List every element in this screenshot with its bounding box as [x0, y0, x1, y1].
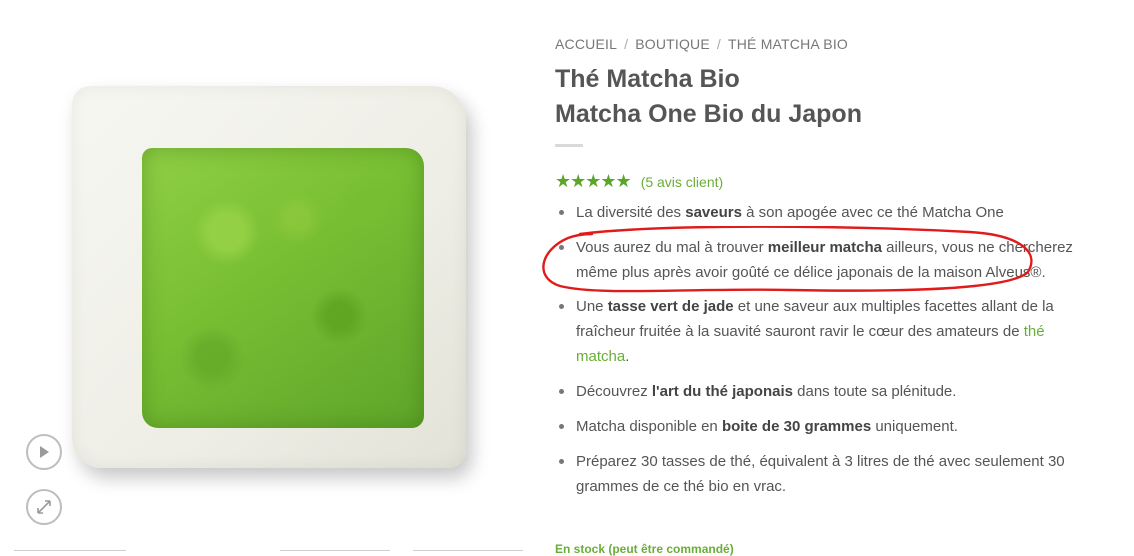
bullet-bold: meilleur matcha [767, 239, 882, 256]
breadcrumb-separator: / [716, 36, 721, 52]
square-bowl [72, 86, 466, 468]
list-item: Découvrez l'art du thé japonais dans tou… [555, 379, 1075, 404]
video-play-button[interactable] [26, 434, 62, 470]
bullet-text: Découvrez [576, 383, 652, 400]
breadcrumb-category[interactable]: THÉ MATCHA BIO [728, 36, 848, 52]
bullet-text: Préparez 30 tasses de thé, équivalent à … [576, 453, 1065, 495]
bullet-bold: boite de 30 grammes [721, 418, 872, 435]
product-title: Thé Matcha Bio Matcha One Bio du Japon [555, 62, 862, 132]
thumbnail-1[interactable] [14, 550, 126, 556]
bullet-text: Vous aurez du mal à trouver [576, 239, 768, 256]
product-title-line1: Thé Matcha Bio [555, 65, 740, 93]
bullet-text: . [625, 348, 630, 365]
image-zoom-button[interactable] [26, 489, 62, 525]
breadcrumb-home[interactable]: ACCUEIL [555, 36, 617, 52]
bullet-bold: saveurs [685, 204, 742, 221]
breadcrumb-separator: / [624, 36, 629, 52]
bullet-text: uniquement. [871, 418, 958, 435]
play-icon [40, 446, 49, 458]
breadcrumb-shop[interactable]: BOUTIQUE [635, 36, 710, 52]
stock-status: En stock (peut être commandé) [555, 542, 734, 556]
star-icon: ★★★★★ [555, 171, 632, 191]
bullet-text: dans toute sa plénitude. [792, 383, 957, 400]
bullet-bold: tasse vert de jade [607, 298, 734, 315]
title-divider [555, 144, 583, 147]
product-rating: ★★★★★ (5 avis client) [555, 171, 723, 192]
list-item: La diversité des saveurs à son apogée av… [555, 200, 1075, 225]
reviews-link[interactable]: (5 avis client) [641, 174, 723, 190]
product-features-list: La diversité des saveurs à son apogée av… [555, 200, 1075, 509]
product-title-line2: Matcha One Bio du Japon [555, 100, 862, 128]
thumbnail-3[interactable] [413, 550, 523, 556]
breadcrumb: ACCUEIL / BOUTIQUE / THÉ MATCHA BIO [555, 36, 848, 52]
list-item: Vous aurez du mal à trouver meilleur mat… [555, 235, 1075, 285]
list-item: Préparez 30 tasses de thé, équivalent à … [555, 449, 1075, 499]
expand-icon [37, 500, 51, 514]
thumbnail-2[interactable] [280, 550, 390, 556]
list-item: Matcha disponible en boite de 30 grammes… [555, 414, 1075, 439]
product-image[interactable] [58, 76, 478, 480]
bullet-text: La diversité des [576, 204, 686, 221]
bullet-text: à son apogée avec ce thé Matcha One [741, 204, 1004, 221]
list-item: Une tasse vert de jade et une saveur aux… [555, 294, 1075, 369]
matcha-powder [142, 148, 424, 428]
bullet-text: Matcha disponible en [576, 418, 722, 435]
bullet-text: Une [576, 298, 608, 315]
bullet-bold: l'art du thé japonais [651, 383, 793, 400]
